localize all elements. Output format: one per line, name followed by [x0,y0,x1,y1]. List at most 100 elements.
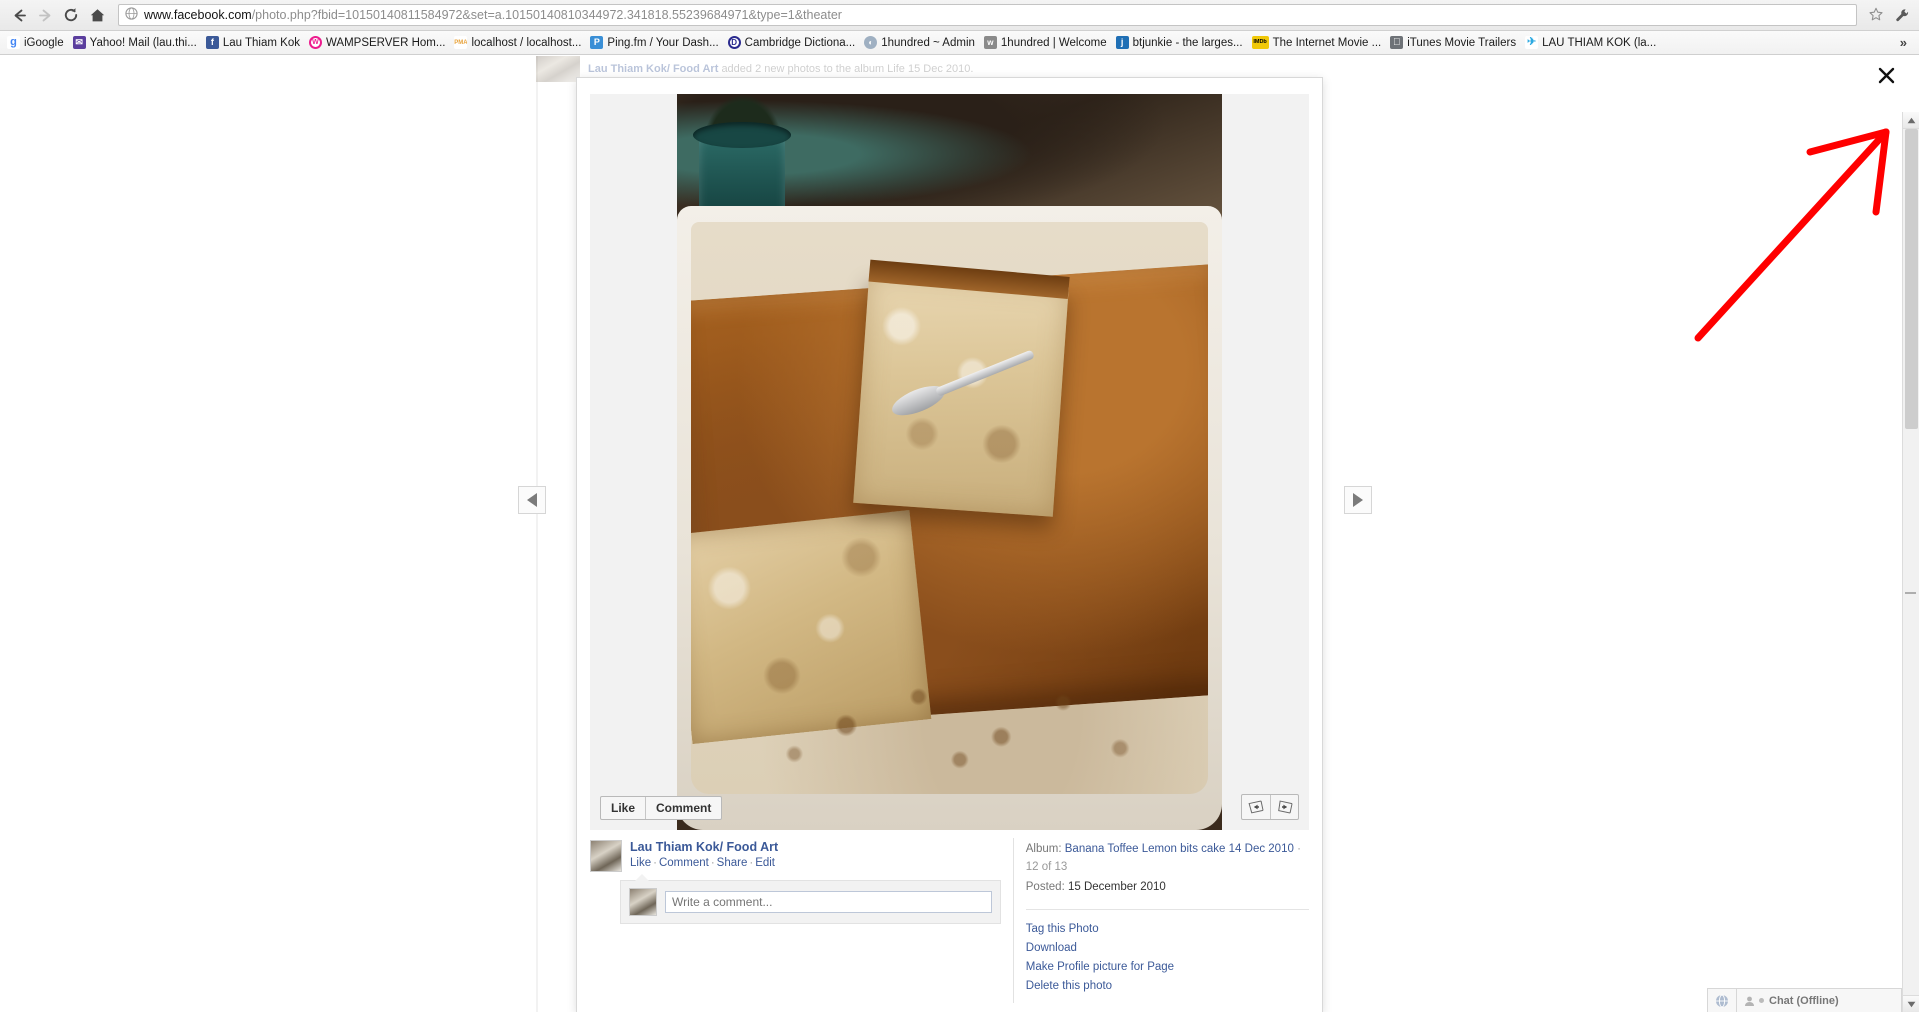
next-triangle [1353,493,1363,507]
person-icon [1745,996,1754,1006]
bookmark-label: Cambridge Dictiona... [744,36,856,49]
imdb-favicon: IMDb [1251,36,1269,49]
bookmark-item[interactable]: j btjunkie - the larges... [1113,33,1249,53]
browser-toolbar: www.facebook.com/photo.php?fbid=10150140… [0,0,1919,31]
reload-icon[interactable] [58,2,84,28]
delete-this-photo-link[interactable]: Delete this photo [1026,977,1309,996]
wrench-menu-icon[interactable] [1891,2,1913,28]
album-name-link[interactable]: Banana Toffee Lemon bits cake 14 Dec 201… [1065,843,1294,855]
forward-arrow-icon[interactable] [32,2,58,28]
bookmarks-bar: g iGoogle ✉ Yahoo! Mail (lau.thi... f Lau T… [0,31,1919,55]
globe-icon[interactable] [1707,988,1737,1012]
yahoo-mail-favicon: ✉ [72,36,86,49]
scrollbar-thumb[interactable] [1905,129,1918,429]
poster-share-link[interactable]: Share [717,857,748,869]
bookmark-item[interactable]: D Cambridge Dictiona... [725,33,862,53]
bookmark-item[interactable]: W WAMPSERVER Hom... [306,33,452,53]
url-host: www.facebook.com [144,8,252,22]
bookmark-item[interactable]: w 1hundred | Welcome [981,33,1113,53]
apple-favicon:  [1390,36,1404,49]
download-link[interactable]: Download [1026,939,1309,958]
photo-theater-dialog: Like Comment Lau Thiam Kok/ Food Art Lik… [577,78,1322,1012]
comment-button[interactable]: Comment [645,797,721,819]
make-profile-picture-link[interactable]: Make Profile picture for Page [1026,958,1309,977]
poster-avatar[interactable] [590,840,622,872]
album-meta: Album: Banana Toffee Lemon bits cake 14 … [1026,840,1309,875]
bookmark-label: The Internet Movie ... [1272,36,1382,49]
next-arrow-icon[interactable] [1344,486,1372,514]
photo-image[interactable] [677,94,1222,830]
prev-triangle [527,493,537,507]
bookmark-item[interactable]: PMA localhost / localhost... [451,33,587,53]
photo-info-bar: Lau Thiam Kok/ Food Art Like · Comment · Sha… [590,838,1309,1003]
poster-edit-link[interactable]: Edit [755,857,775,869]
photo-dish-interior [691,222,1208,794]
photo-poster: Lau Thiam Kok/ Food Art Like · Comment · Sha… [590,840,1001,872]
separator: · [749,857,754,869]
chat-tab[interactable]: Chat (Offline) [1737,988,1902,1012]
photo-action-bar: Like Comment [600,796,723,820]
rotate-right-icon[interactable] [1270,795,1298,819]
bookmark-star-icon[interactable] [1869,7,1883,24]
poster-action-links: Like · Comment · Share · Edit [630,855,778,871]
separator: · [710,857,715,869]
facebook-page: Lau Thiam Kok/ Food Art added 2 new phot… [0,56,1919,1012]
feed-story-thumbnail [536,56,580,82]
comment-input[interactable] [665,891,992,913]
bookmark-item[interactable]: iTunes Movie Trailers [1387,33,1522,53]
tag-this-photo-link[interactable]: Tag this Photo [1026,920,1309,939]
bookmark-item[interactable]: f Lau Thiam Kok [203,33,306,53]
bookmark-item[interactable]: g iGoogle [4,33,70,53]
facebook-favicon: f [205,36,219,49]
url-path: /photo.php?fbid=10150140811584972&set=a.… [251,8,842,22]
photo-stage[interactable]: Like Comment [590,94,1309,830]
album-position: 12 of 13 [1025,861,1068,873]
chat-label: Chat (Offline) [1769,994,1839,1007]
address-bar[interactable]: www.facebook.com/photo.php?fbid=10150140… [118,4,1857,26]
poster-comment-link[interactable]: Comment [659,857,709,869]
bookmark-label: iTunes Movie Trailers [1407,36,1517,49]
wordpress-favicon: w [983,36,997,49]
globe-favicon: ◐ [864,36,878,49]
album-label: Album: [1025,843,1062,855]
feed-story-actor: Lau Thiam Kok/ Food Art [588,63,719,75]
bookmark-item[interactable]: IMDb The Internet Movie ... [1249,33,1388,53]
bookmark-label: Ping.fm / Your Dash... [607,36,719,49]
bookmark-item[interactable]: P Ping.fm / Your Dash... [587,33,724,53]
photo-baking-dish [677,206,1222,830]
pingfm-favicon: P [590,36,604,49]
poster-like-link[interactable]: Like [630,857,651,869]
feed-column-edge [536,56,538,1012]
phpmyadmin-favicon: PMA [454,36,468,49]
page-scrollbar[interactable] [1902,112,1919,1012]
home-icon[interactable] [84,2,110,28]
posted-date: 15 December 2010 [1067,881,1166,893]
scroll-up-button[interactable] [1903,112,1919,129]
bookmarks-overflow-button[interactable]: » [1892,35,1915,50]
commenter-avatar [629,888,657,916]
close-x-icon[interactable] [1873,62,1899,88]
bookmark-label: iGoogle [24,36,64,49]
bookmark-label: WAMPSERVER Hom... [325,36,446,49]
prev-arrow-icon[interactable] [518,486,546,514]
rotate-button-group [1241,794,1299,820]
scroll-down-button[interactable] [1903,995,1919,1012]
poster-name[interactable]: Lau Thiam Kok/ Food Art [630,840,778,855]
browser-window: www.facebook.com/photo.php?fbid=10150140… [0,0,1919,1012]
divider [1025,909,1309,910]
status-dot [1759,998,1764,1003]
posted-label: Posted: [1025,881,1065,893]
page-info-icon [125,7,138,23]
bookmark-label: Lau Thiam Kok [222,36,300,49]
bookmark-item[interactable]: ✉ Yahoo! Mail (lau.thi... [70,33,203,53]
posted-meta: Posted: 15 December 2010 [1026,879,1309,895]
back-arrow-icon[interactable] [6,2,32,28]
scrollbar-marker [1905,592,1916,594]
rotate-left-icon[interactable] [1242,795,1270,819]
bookmark-item[interactable]: ✈ LAU THIAM KOK (la... [1522,33,1662,53]
bookmark-item[interactable]: ◐ 1hundred ~ Admin [861,33,981,53]
chat-bar: Chat (Offline) [1707,988,1902,1012]
like-button[interactable]: Like [601,797,645,819]
bookmark-label: 1hundred ~ Admin [881,36,975,49]
photo-info-left: Lau Thiam Kok/ Food Art Like · Comment · Sha… [590,838,1013,1003]
